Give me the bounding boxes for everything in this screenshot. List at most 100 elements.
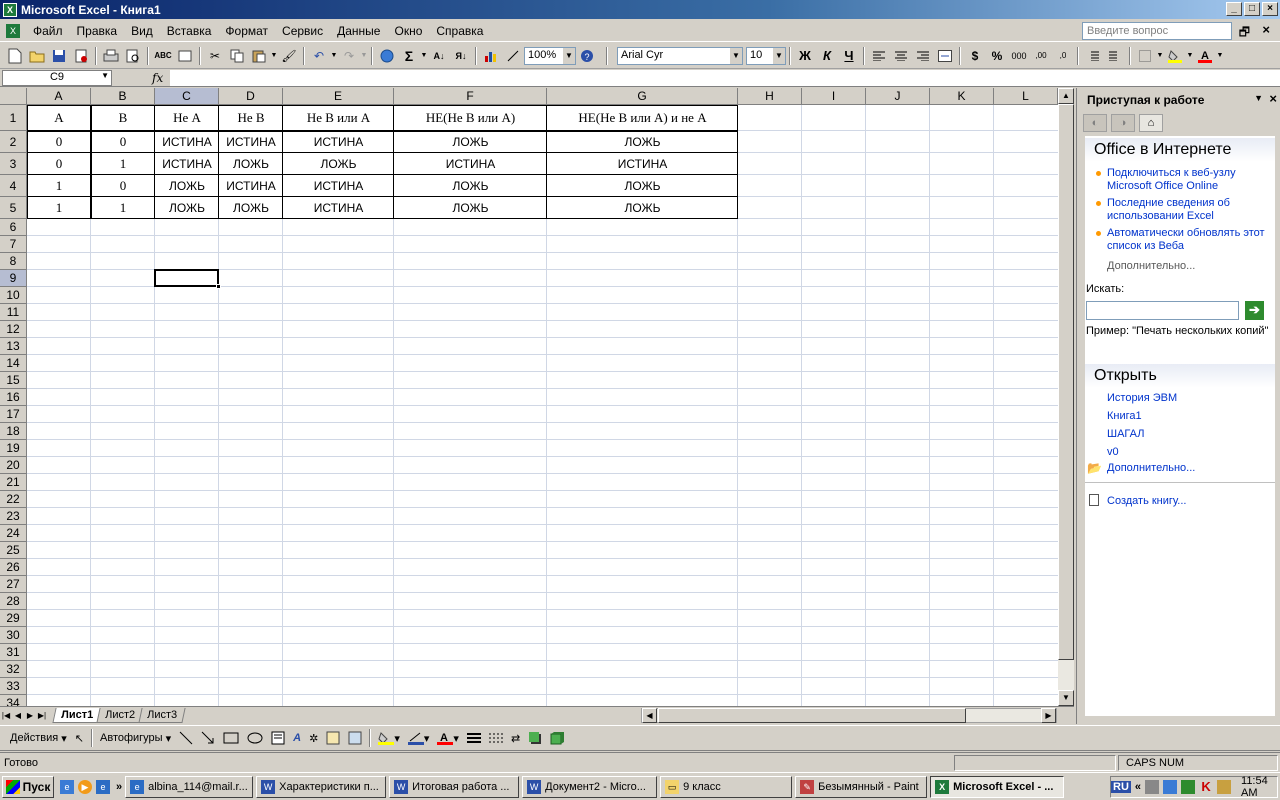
table-cell[interactable]: 1 <box>91 153 155 175</box>
font-size-select[interactable]: 10 ▼ <box>746 46 786 65</box>
column-header-c[interactable]: C <box>155 88 219 105</box>
row-header-23[interactable]: 23 <box>0 508 27 525</box>
thousands-button[interactable]: 000 <box>1008 45 1030 67</box>
column-header-k[interactable]: K <box>930 88 994 105</box>
autosum-icon[interactable]: Σ <box>398 45 420 67</box>
row-header-1[interactable]: 1 <box>0 105 27 131</box>
increase-decimal-icon[interactable]: ,00 <box>1030 45 1052 67</box>
ask-question-box[interactable]: Введите вопрос <box>1082 22 1232 40</box>
row-header-25[interactable]: 25 <box>0 542 27 559</box>
horizontal-scroll-thumb[interactable] <box>658 708 966 723</box>
picture-icon[interactable] <box>344 728 366 748</box>
spelling-icon[interactable]: ABC <box>152 45 174 67</box>
table-cell[interactable]: 0 <box>27 131 91 153</box>
search-input[interactable] <box>1086 301 1239 320</box>
link-more-online[interactable]: Дополнительно... <box>1107 260 1272 273</box>
next-sheet-icon[interactable]: ▶ <box>24 711 36 720</box>
row-header-24[interactable]: 24 <box>0 525 27 542</box>
redo-icon[interactable]: ↷ <box>338 45 360 67</box>
menu-format[interactable]: Формат <box>218 24 275 38</box>
table-cell[interactable]: ЛОЖЬ <box>547 175 738 197</box>
task-pane-close-icon[interactable]: × <box>1269 91 1277 106</box>
row-header-3[interactable]: 3 <box>0 153 27 175</box>
line-style-icon[interactable] <box>463 728 485 748</box>
line-color-icon[interactable]: ▾ <box>404 728 434 748</box>
italic-button[interactable]: К <box>816 45 838 67</box>
minimize-button[interactable]: _ <box>1226 2 1242 16</box>
table-cell[interactable]: ИСТИНА <box>155 131 219 153</box>
select-all-button[interactable] <box>0 88 27 105</box>
cut-icon[interactable]: ✂ <box>204 45 226 67</box>
doc-close-button[interactable]: × <box>1262 22 1270 37</box>
row-header-16[interactable]: 16 <box>0 389 27 406</box>
row-header-33[interactable]: 33 <box>0 678 27 695</box>
increase-indent-icon[interactable] <box>1104 45 1126 67</box>
row-header-4[interactable]: 4 <box>0 175 27 197</box>
paste-icon[interactable] <box>248 45 270 67</box>
sheet-tab-3[interactable]: Лист3 <box>138 707 186 723</box>
recent-file-2[interactable]: Книга1 <box>1107 410 1272 423</box>
link-latest-news[interactable]: Последние сведения об использовании Exce… <box>1107 197 1272 223</box>
chevron-down-icon[interactable]: ▼ <box>101 71 109 80</box>
row-header-20[interactable]: 20 <box>0 457 27 474</box>
start-button[interactable]: Пуск <box>2 775 54 798</box>
menu-insert[interactable]: Вставка <box>160 24 219 38</box>
row-header-2[interactable]: 2 <box>0 131 27 153</box>
link-more-files[interactable]: Дополнительно... <box>1107 462 1272 475</box>
link-auto-update[interactable]: Автоматически обновлять этот список из В… <box>1107 227 1272 253</box>
redo-dropdown-icon[interactable]: ▼ <box>360 45 368 67</box>
menu-tools[interactable]: Сервис <box>275 24 330 38</box>
name-box[interactable]: C9 ▼ <box>2 69 112 86</box>
table-cell[interactable]: 1 <box>27 175 91 197</box>
column-header-b[interactable]: B <box>91 88 155 105</box>
table-cell[interactable]: ЛОЖЬ <box>155 197 219 219</box>
recent-file-1[interactable]: История ЭВМ <box>1107 392 1272 405</box>
table-header-cell[interactable]: Не А <box>155 105 219 131</box>
row-header-31[interactable]: 31 <box>0 644 27 661</box>
table-header-cell[interactable]: Не В или А <box>283 105 394 131</box>
line-icon[interactable] <box>175 728 197 748</box>
table-cell[interactable]: ЛОЖЬ <box>219 153 283 175</box>
horizontal-scrollbar[interactable]: ◀ ▶ <box>641 708 1057 723</box>
font-color-dropdown-icon[interactable]: ▼ <box>1216 45 1224 67</box>
document-icon[interactable]: X <box>6 23 20 38</box>
drawing-icon[interactable] <box>502 45 524 67</box>
row-header-22[interactable]: 22 <box>0 491 27 508</box>
text-box-icon[interactable] <box>267 728 289 748</box>
row-header-10[interactable]: 10 <box>0 287 27 304</box>
row-header-8[interactable]: 8 <box>0 253 27 270</box>
table-cell[interactable]: ИСТИНА <box>283 175 394 197</box>
table-cell[interactable]: ЛОЖЬ <box>283 153 394 175</box>
row-header-18[interactable]: 18 <box>0 423 27 440</box>
shadow-style-icon[interactable] <box>524 728 546 748</box>
row-header-11[interactable]: 11 <box>0 304 27 321</box>
row-header-27[interactable]: 27 <box>0 576 27 593</box>
row-header-9[interactable]: 9 <box>0 270 27 287</box>
arrow-icon[interactable] <box>197 728 219 748</box>
table-cell[interactable]: 0 <box>91 175 155 197</box>
table-cell[interactable]: 1 <box>27 197 91 219</box>
table-cell[interactable]: 0 <box>91 131 155 153</box>
align-center-icon[interactable] <box>890 45 912 67</box>
rectangle-icon[interactable] <box>219 728 243 748</box>
oval-icon[interactable] <box>243 728 267 748</box>
bold-button[interactable]: Ж <box>794 45 816 67</box>
table-cell[interactable]: ИСТИНА <box>219 131 283 153</box>
table-header-cell[interactable]: B <box>91 105 155 131</box>
sort-descending-icon[interactable]: Я↓ <box>450 45 472 67</box>
3d-style-icon[interactable] <box>546 728 568 748</box>
row-header-28[interactable]: 28 <box>0 593 27 610</box>
font-color-draw-icon[interactable]: A ▾ <box>433 728 463 748</box>
clock[interactable]: 11:54 AM <box>1241 775 1269 799</box>
table-header-cell[interactable]: НЕ(Не В или А) <box>394 105 547 131</box>
recent-file-3[interactable]: ШАГАЛ <box>1107 428 1272 441</box>
scroll-left-arrow-icon[interactable]: ◀ <box>642 708 657 723</box>
table-cell[interactable]: ЛОЖЬ <box>219 197 283 219</box>
row-header-21[interactable]: 21 <box>0 474 27 491</box>
copy-icon[interactable] <box>226 45 248 67</box>
quicklaunch-more-icon[interactable]: » <box>116 781 122 793</box>
new-icon[interactable] <box>4 45 26 67</box>
vertical-scroll-thumb[interactable] <box>1058 104 1074 660</box>
autoshapes-menu[interactable]: Автофигуры ▾ <box>96 728 175 748</box>
align-left-icon[interactable] <box>868 45 890 67</box>
